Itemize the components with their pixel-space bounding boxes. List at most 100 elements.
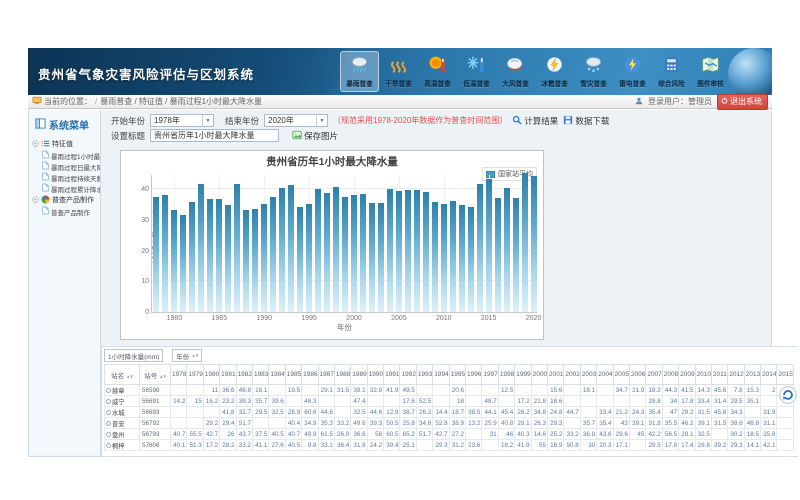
tree-group[interactable]: 普查产品制作 <box>32 194 100 206</box>
year-filter-box[interactable]: 年份 ▲▼ <box>172 349 202 362</box>
sort-icons[interactable]: ▲▼ <box>126 374 133 379</box>
nav-item-8[interactable]: 雷电普查 <box>613 51 652 92</box>
col-header-year[interactable]: 1978 <box>171 365 187 385</box>
download-button[interactable]: 数据下载 <box>563 115 609 127</box>
col-header-year[interactable]: 1991 <box>384 365 400 385</box>
col-header-year[interactable]: 1996 <box>466 365 482 385</box>
nav-item-6[interactable]: 冰雹普查 <box>535 51 574 92</box>
col-header-year[interactable]: 1984 <box>269 365 285 385</box>
nav-item-7[interactable]: 雪灾普查 <box>574 51 613 92</box>
value-cell: 39.1 <box>351 385 367 396</box>
document-icon <box>42 172 49 183</box>
col-header-year[interactable]: 2005 <box>613 365 629 385</box>
col-header-year[interactable]: 1985 <box>285 365 301 385</box>
chart-bar-2000 <box>351 195 357 312</box>
chart-bar-1997 <box>324 193 330 312</box>
tree-item[interactable]: 暴雨过程1小时最大降水量 <box>32 150 100 161</box>
start-year-select[interactable]: 1978年 ▼ <box>150 114 214 127</box>
chart-bar-2011 <box>450 201 456 312</box>
sort-icons[interactable]: ▲▼ <box>191 353 198 358</box>
col-header-year[interactable]: 1999 <box>515 365 531 385</box>
col-header-year[interactable]: 2006 <box>629 365 645 385</box>
nav-item-3[interactable]: 高温普查 <box>418 51 457 92</box>
radio-icon[interactable] <box>106 399 111 404</box>
tree-item[interactable]: 暴雨过程日最大降水量 <box>32 161 100 172</box>
station-name-cell[interactable]: 普安 <box>105 418 140 429</box>
x-tick-label: 2000 <box>341 315 367 322</box>
station-name-cell[interactable]: 赫章 <box>105 385 140 396</box>
floating-refresh-button[interactable] <box>779 386 797 404</box>
col-header-year[interactable]: 2009 <box>679 365 695 385</box>
col-header-year[interactable]: 1998 <box>498 365 514 385</box>
col-header-year[interactable]: 2014 <box>761 365 777 385</box>
station-name-cell[interactable]: 桐梓 <box>105 440 140 451</box>
station-name-cell[interactable]: 水城 <box>105 407 140 418</box>
sort-icons[interactable]: ▲▼ <box>159 374 166 379</box>
col-header-year[interactable]: 2013 <box>744 365 760 385</box>
col-header-year[interactable]: 1997 <box>482 365 498 385</box>
expand-icon[interactable] <box>32 140 39 149</box>
value-filter-box[interactable]: 1小时降水量(mm) <box>104 349 163 362</box>
nav-item-2[interactable]: 干旱普查 <box>379 51 418 92</box>
col-header-year[interactable]: 2004 <box>597 365 613 385</box>
nav-item-9[interactable]: 综合风险 <box>652 51 691 92</box>
col-header-year[interactable]: 2001 <box>547 365 563 385</box>
col-header-year[interactable]: 2000 <box>531 365 547 385</box>
col-header-year[interactable]: 1995 <box>449 365 465 385</box>
col-header-year[interactable]: 2007 <box>646 365 662 385</box>
nav-item-4[interactable]: 低温普查 <box>457 51 496 92</box>
value-cell: 18.1 <box>580 385 596 396</box>
tree-item[interactable]: 暴雨过程持续天数 <box>32 172 100 183</box>
col-header-year[interactable]: 1989 <box>351 365 367 385</box>
col-header-year[interactable]: 1993 <box>416 365 432 385</box>
radio-icon[interactable] <box>106 410 111 415</box>
radio-icon[interactable] <box>106 432 111 437</box>
col-header-year[interactable]: 2002 <box>564 365 580 385</box>
radio-icon[interactable] <box>106 421 111 426</box>
col-header-year[interactable]: 1981 <box>220 365 236 385</box>
col-header-year[interactable]: 2012 <box>728 365 744 385</box>
y-tick-label: 30 <box>130 217 149 224</box>
col-header-year[interactable]: 1988 <box>334 365 350 385</box>
chart-bar-2002 <box>369 203 375 312</box>
col-header-year[interactable]: 1983 <box>252 365 268 385</box>
value-cell <box>187 418 203 429</box>
col-header-year[interactable]: 1990 <box>367 365 383 385</box>
col-header-id[interactable]: 站号 ▲▼ <box>140 365 171 385</box>
col-header-year[interactable]: 1994 <box>433 365 449 385</box>
nav-item-1[interactable]: 暴雨普查 <box>340 51 379 92</box>
station-name-cell[interactable]: 威宁 <box>105 396 140 407</box>
station-name-cell[interactable]: 盘州 <box>105 429 140 440</box>
value-cell <box>269 418 285 429</box>
col-header-year[interactable]: 1992 <box>400 365 416 385</box>
col-header-station[interactable]: 站名 ▲▼ <box>105 365 140 385</box>
nav-item-10[interactable]: 图件审核 <box>691 51 730 92</box>
col-header-year[interactable]: 2010 <box>695 365 711 385</box>
col-header-year[interactable]: 1982 <box>236 365 252 385</box>
value-cell: 55.5 <box>187 429 203 440</box>
value-cell: 29.5 <box>728 396 744 407</box>
col-header-year[interactable]: 2011 <box>711 365 727 385</box>
radio-icon[interactable] <box>106 443 111 448</box>
col-header-year[interactable]: 1987 <box>318 365 334 385</box>
tree-item[interactable]: 暴雨过程累计降水量 <box>32 183 100 194</box>
breadcrumb-path[interactable]: 暴雨普查 / 特征值 / 暴雨过程1小时最大降水量 <box>100 96 262 107</box>
tree-group[interactable]: 特征值 <box>32 138 100 150</box>
tree-item[interactable]: 普查产品制作 <box>32 206 100 217</box>
end-year-select[interactable]: 2020年 ▼ <box>264 114 328 127</box>
radio-icon[interactable] <box>106 388 111 393</box>
value-cell: 31.8 <box>646 418 662 429</box>
col-header-year[interactable]: 1980 <box>203 365 219 385</box>
nav-item-5[interactable]: 大风普查 <box>496 51 535 92</box>
logout-button[interactable]: 退出系统 <box>717 94 768 110</box>
calculate-button[interactable]: 计算结果 <box>512 115 558 127</box>
value-cell: 33.4 <box>597 407 613 418</box>
chart-title-input[interactable]: 贵州省历年1小时最大降水量 <box>150 129 279 142</box>
col-header-year[interactable]: 2015 <box>777 365 794 385</box>
col-header-year[interactable]: 2003 <box>580 365 596 385</box>
save-image-button[interactable]: 保存图片 <box>292 130 338 142</box>
expand-icon[interactable] <box>32 196 39 205</box>
col-header-year[interactable]: 2008 <box>662 365 678 385</box>
col-header-year[interactable]: 1986 <box>302 365 318 385</box>
col-header-year[interactable]: 1979 <box>187 365 203 385</box>
